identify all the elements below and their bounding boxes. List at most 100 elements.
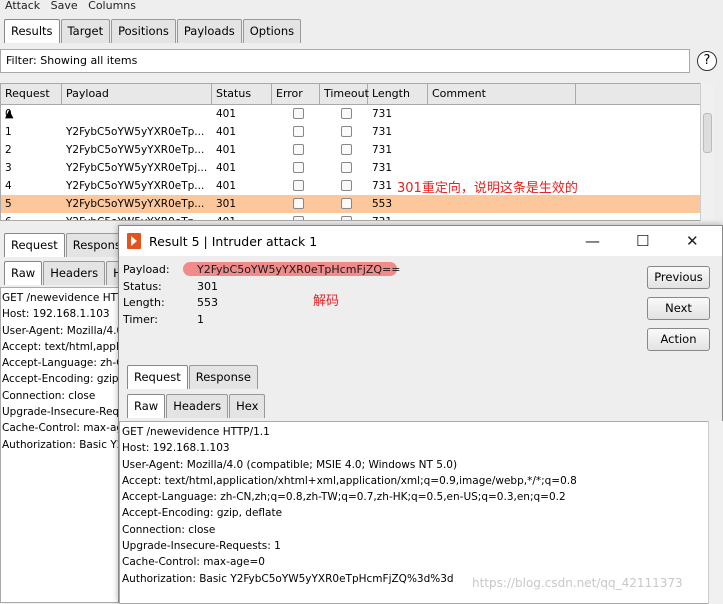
table-header: Request ▲ Payload Status Error Timeout L… bbox=[1, 84, 713, 120]
payload-cell: Y2FybC5oYW5yYXR0eTpj... bbox=[66, 162, 208, 174]
result-window: Result 5 | Intruder attack 1 — ☐ ✕ Paylo… bbox=[118, 225, 723, 604]
request-line: User-Agent: Mozilla/4.0 (compatible; MSI… bbox=[122, 458, 458, 471]
status-cell: 401 bbox=[212, 213, 272, 220]
col-timeout[interactable]: Timeout bbox=[320, 84, 369, 104]
status-cell: 301 bbox=[216, 198, 237, 210]
table-row[interactable]: 4 Y2FybC5oYW5yYXR0eTp... 401 731 bbox=[1, 177, 713, 195]
col-length[interactable]: Length bbox=[368, 84, 428, 104]
table-row[interactable]: 2 Y2FybC5oYW5yYXR0eTp... 401 731 bbox=[1, 141, 713, 159]
checkbox bbox=[292, 162, 304, 173]
payload-label: Payload: bbox=[123, 263, 170, 276]
menu-save[interactable]: Save bbox=[51, 0, 78, 12]
table-row[interactable]: 5 Y2FybC5oYW5yYXR0eTp... 301 553 bbox=[1, 195, 713, 213]
status-cell: 401 bbox=[216, 144, 237, 156]
window-subtabs: Raw Headers Hex bbox=[127, 394, 266, 418]
menu-bar: Attack Save Columns bbox=[0, 0, 723, 14]
comment-cell bbox=[428, 213, 576, 220]
tab-payloads[interactable]: Payloads bbox=[176, 19, 242, 43]
window-tabs: Request Response bbox=[127, 365, 259, 389]
tab-options[interactable]: Options bbox=[242, 19, 302, 43]
results-table: Request ▲ Payload Status Error Timeout L… bbox=[0, 83, 714, 221]
table-row[interactable]: 0 401 731 bbox=[1, 105, 713, 123]
request-line: GET /newevidence HTTP/1.1 bbox=[122, 426, 270, 438]
tab-hex[interactable]: Hex bbox=[229, 394, 266, 418]
request-line: Accept-Language: zh-CN,zh;q=0.8,zh-TW;q=… bbox=[122, 491, 566, 504]
payload-cell: Y2FybC5oYW5yYXR0eTp... bbox=[66, 198, 205, 210]
tab-headers-left[interactable]: Headers bbox=[43, 261, 106, 285]
request-line: GET /newevidence HTTP bbox=[2, 292, 125, 304]
checkbox bbox=[340, 198, 352, 209]
col-comment[interactable]: Comment bbox=[428, 84, 576, 104]
table-scrollbar[interactable] bbox=[700, 83, 714, 221]
col-request[interactable]: Request ▲ bbox=[1, 84, 62, 120]
tab-results[interactable]: Results bbox=[4, 19, 60, 43]
request-line: Connection: close bbox=[2, 389, 96, 402]
checkbox bbox=[340, 162, 352, 173]
payload-cell: Y2FybC5oYW5yYXR0eTp... bbox=[66, 144, 205, 156]
annotation-decode: 解码 bbox=[313, 294, 340, 309]
scroll-thumb[interactable] bbox=[703, 113, 712, 153]
checkbox bbox=[292, 216, 304, 220]
checkbox bbox=[292, 108, 304, 119]
table-row[interactable]: 1 Y2FybC5oYW5yYXR0eTp... 401 731 bbox=[1, 123, 713, 141]
request-cell: 2 bbox=[5, 144, 12, 156]
checkbox bbox=[340, 126, 352, 137]
col-status[interactable]: Status bbox=[212, 84, 272, 104]
col-payload[interactable]: Payload bbox=[62, 84, 212, 104]
checkbox bbox=[340, 144, 352, 155]
tab-raw-left[interactable]: Raw bbox=[4, 261, 43, 285]
request-line: Upgrade-Insecure-Requ bbox=[2, 406, 125, 419]
minimize-icon[interactable]: — bbox=[585, 232, 600, 250]
timeout-cell bbox=[320, 159, 368, 177]
close-icon[interactable]: ✕ bbox=[686, 232, 699, 250]
tab-headers[interactable]: Headers bbox=[166, 394, 229, 418]
tab-positions[interactable]: Positions bbox=[111, 19, 176, 43]
col-error[interactable]: Error bbox=[272, 84, 320, 104]
tab-raw[interactable]: Raw bbox=[127, 394, 166, 418]
result-info: Payload: Y2FybC5oYW5yYXR0eTpHcmFjZQ== Sta… bbox=[123, 262, 400, 328]
checkbox bbox=[292, 180, 304, 191]
comment-cell bbox=[428, 141, 576, 159]
tab-request[interactable]: Request bbox=[127, 365, 188, 389]
left-request-text[interactable]: GET /newevidence HTTP Host: 192.168.1.103… bbox=[0, 287, 125, 603]
length-value: 553 bbox=[197, 296, 218, 309]
tab-request-left[interactable]: Request bbox=[4, 233, 65, 257]
request-line: Host: 192.168.1.103 bbox=[122, 442, 230, 455]
checkbox bbox=[292, 144, 304, 155]
request-line: Cache-Control: max-age=0 bbox=[122, 556, 265, 569]
table-row[interactable]: 3 Y2FybC5oYW5yYXR0eTpj... 401 731 bbox=[1, 159, 713, 177]
timeout-cell bbox=[320, 123, 368, 141]
payload-cell: Y2FybC5oYW5yYXR0eTp... bbox=[62, 213, 212, 220]
comment-cell bbox=[428, 123, 576, 141]
checkbox bbox=[340, 216, 352, 220]
status-cell: 401 bbox=[216, 180, 237, 192]
comment-cell bbox=[428, 105, 576, 123]
next-button[interactable]: Next bbox=[647, 297, 710, 320]
payload-cell bbox=[62, 105, 212, 123]
request-line: Accept: text/html,application/xhtml+xml,… bbox=[122, 474, 577, 487]
request-cell: 3 bbox=[5, 162, 12, 174]
request-line: Connection: close bbox=[122, 523, 216, 536]
timeout-cell bbox=[320, 213, 368, 220]
status-cell: 401 bbox=[216, 108, 237, 120]
request-line: Accept: text/html,applic bbox=[2, 340, 125, 353]
window-title: Result 5 | Intruder attack 1 bbox=[149, 233, 318, 249]
checkbox bbox=[340, 180, 352, 191]
comment-cell bbox=[428, 195, 576, 213]
request-line: Cache-Control: max-age bbox=[2, 422, 125, 435]
request-scrollbar[interactable] bbox=[708, 421, 723, 604]
action-button[interactable]: Action bbox=[647, 328, 710, 351]
help-icon[interactable]: ? bbox=[697, 51, 717, 71]
request-cell: 0 bbox=[5, 108, 12, 120]
filter-bar[interactable]: Filter: Showing all items bbox=[0, 49, 690, 73]
status-cell: 401 bbox=[216, 162, 237, 174]
tab-response[interactable]: Response bbox=[188, 365, 258, 389]
timeout-cell bbox=[320, 177, 368, 195]
menu-columns[interactable]: Columns bbox=[88, 0, 136, 12]
table-row[interactable]: 6Y2FybC5oYW5yYXR0eTp...401 731 bbox=[1, 213, 713, 220]
maximize-icon[interactable]: ☐ bbox=[636, 232, 649, 250]
main-tabs: Results Target Positions Payloads Option… bbox=[4, 19, 302, 43]
menu-attack[interactable]: Attack bbox=[5, 0, 40, 12]
previous-button[interactable]: Previous bbox=[647, 266, 710, 289]
tab-target[interactable]: Target bbox=[60, 19, 111, 43]
